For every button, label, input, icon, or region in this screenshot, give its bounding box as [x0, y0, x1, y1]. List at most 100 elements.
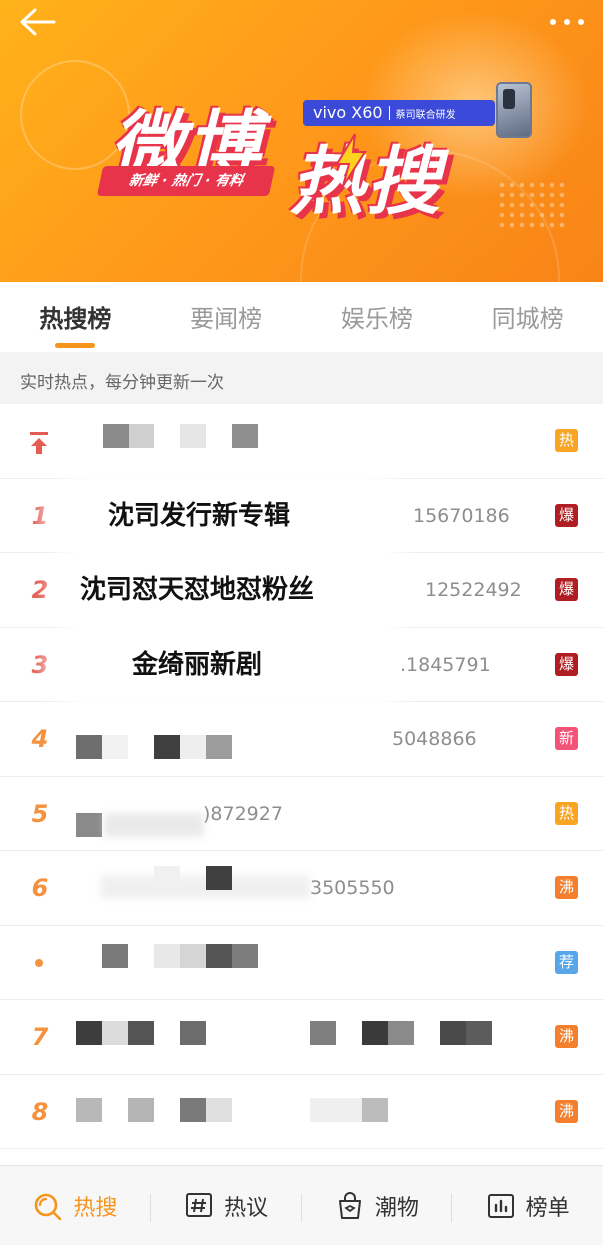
tab-local[interactable]: 同城榜 [452, 282, 603, 352]
tab-label: 要闻榜 [190, 305, 263, 333]
tab-label: 热搜榜 [39, 305, 112, 333]
redacted-text [362, 1021, 388, 1045]
list-item-pinned[interactable]: 热 [0, 404, 603, 479]
tab-label: 同城榜 [491, 305, 564, 333]
hot-search-list: 热 1 沈司发行新专辑 15670186 爆 2 沈司怼天怼地怼粉丝 12522… [0, 404, 603, 1149]
list-item[interactable]: 3 金绮丽新剧 .1845791 爆 [0, 627, 603, 702]
boiling-badge: 沸 [555, 1099, 578, 1123]
lightning-bolt-icon [335, 134, 367, 186]
rank-number: 4 [31, 725, 49, 753]
redacted-text [100, 875, 310, 899]
more-options-icon[interactable] [547, 14, 587, 30]
tab-entertainment[interactable]: 娱乐榜 [302, 282, 453, 352]
list-item[interactable]: 2 沈司怼天怼地怼粉丝 12522492 爆 [0, 553, 603, 628]
list-item[interactable]: 1 沈司发行新专辑 15670186 爆 [0, 478, 603, 553]
nav-label: 热议 [224, 1195, 269, 1221]
redacted-text [180, 1097, 206, 1122]
bottom-navigation: 热搜 热议 潮物 榜单 [0, 1165, 603, 1245]
redacted-text [154, 735, 180, 759]
redacted-text [206, 866, 232, 890]
redacted-text [154, 943, 180, 968]
redacted-text [232, 424, 258, 448]
recommended-badge: 荐 [555, 950, 578, 974]
redacted-text [232, 943, 258, 968]
list-item[interactable]: 8 沸 [0, 1074, 603, 1149]
redacted-text [129, 424, 154, 448]
sponsor-tag[interactable]: vivo X60 蔡司联合研发 [303, 100, 495, 126]
shopping-bag-icon [338, 1191, 361, 1219]
rank-number: 5 [31, 799, 49, 828]
redacted-text [76, 1021, 102, 1045]
redacted-text [180, 1021, 206, 1045]
sponsor-brand: vivo X60 [313, 103, 383, 122]
redacted-text [362, 1097, 388, 1122]
rank-number: 2 [31, 576, 49, 604]
redacted-text [102, 943, 128, 968]
redacted-text [206, 1097, 232, 1122]
search-count: 3505550 [310, 877, 395, 899]
chart-icon [487, 1193, 514, 1218]
active-tab-indicator [55, 343, 96, 348]
explosive-badge: 爆 [555, 652, 578, 676]
nav-trends[interactable]: 潮物 [302, 1166, 453, 1245]
redacted-text [466, 1021, 492, 1045]
tab-news[interactable]: 要闻榜 [151, 282, 302, 352]
back-arrow-icon[interactable] [18, 6, 58, 38]
list-item[interactable]: 6 3505550 沸 [0, 851, 603, 926]
tab-hot-search[interactable]: 热搜榜 [0, 282, 151, 352]
hero-banner: 微博 热搜 新鲜 · 热门 · 有料 vivo X60 蔡司联合研发 [0, 0, 603, 282]
item-title: 金绮丽新剧 [132, 649, 263, 680]
banner-slogan: 新鲜 · 热门 · 有料 [96, 166, 276, 196]
nav-label: 榜单 [525, 1195, 570, 1221]
redacted-text [104, 812, 204, 837]
pin-to-top-icon [30, 432, 48, 454]
search-count: 12522492 [425, 579, 522, 601]
list-subtitle: 实时热点，每分钟更新一次 [0, 352, 603, 404]
explosive-badge: 爆 [555, 578, 578, 601]
rank-number: 3 [31, 650, 49, 679]
redacted-text [102, 735, 128, 759]
redacted-text [128, 1021, 154, 1045]
redacted-text [180, 735, 206, 759]
sponsor-note: 蔡司联合研发 [395, 110, 456, 121]
list-item[interactable]: 7 沸 [0, 1000, 603, 1075]
nav-rankings[interactable]: 榜单 [452, 1166, 603, 1245]
redacted-text [76, 735, 102, 759]
rank-number: 6 [31, 874, 49, 902]
hot-badge: 热 [555, 801, 578, 825]
dot-pattern [497, 180, 567, 230]
list-item[interactable]: 5 )872927 热 [0, 776, 603, 851]
nav-discussion[interactable]: 热议 [151, 1166, 302, 1245]
nav-label: 热搜 [73, 1195, 118, 1221]
search-icon [35, 1193, 62, 1220]
redacted-text [206, 735, 232, 759]
phone-image [496, 82, 532, 138]
redacted-text [440, 1021, 466, 1045]
search-count: )872927 [203, 802, 283, 825]
redacted-text [180, 424, 206, 448]
redacted-text [206, 943, 232, 968]
nav-label: 潮物 [374, 1195, 419, 1221]
item-title: 沈司发行新专辑 [108, 500, 291, 531]
redacted-text [102, 1021, 128, 1045]
list-item[interactable]: 4 5048866 新 [0, 702, 603, 777]
promoted-dot-icon [35, 958, 43, 967]
hot-badge: 热 [555, 429, 578, 452]
redacted-text [154, 866, 180, 890]
redacted-text [103, 424, 129, 448]
list-item-promoted[interactable]: • 荐 [0, 925, 603, 1000]
redacted-text [310, 1097, 362, 1122]
redacted-text [180, 943, 206, 968]
rank-number: 7 [31, 1023, 49, 1051]
redacted-text [76, 812, 102, 837]
redacted-text [388, 1021, 414, 1045]
new-badge: 新 [555, 727, 578, 750]
redacted-text [76, 1097, 102, 1122]
nav-hot-search[interactable]: 热搜 [0, 1166, 151, 1245]
redacted-text [128, 1097, 154, 1122]
ranking-tabs: 热搜榜 要闻榜 娱乐榜 同城榜 [0, 282, 603, 352]
tab-label: 娱乐榜 [340, 305, 413, 333]
search-count: 5048866 [392, 728, 477, 750]
explosive-badge: 爆 [555, 503, 578, 527]
redacted-text [310, 1021, 336, 1045]
